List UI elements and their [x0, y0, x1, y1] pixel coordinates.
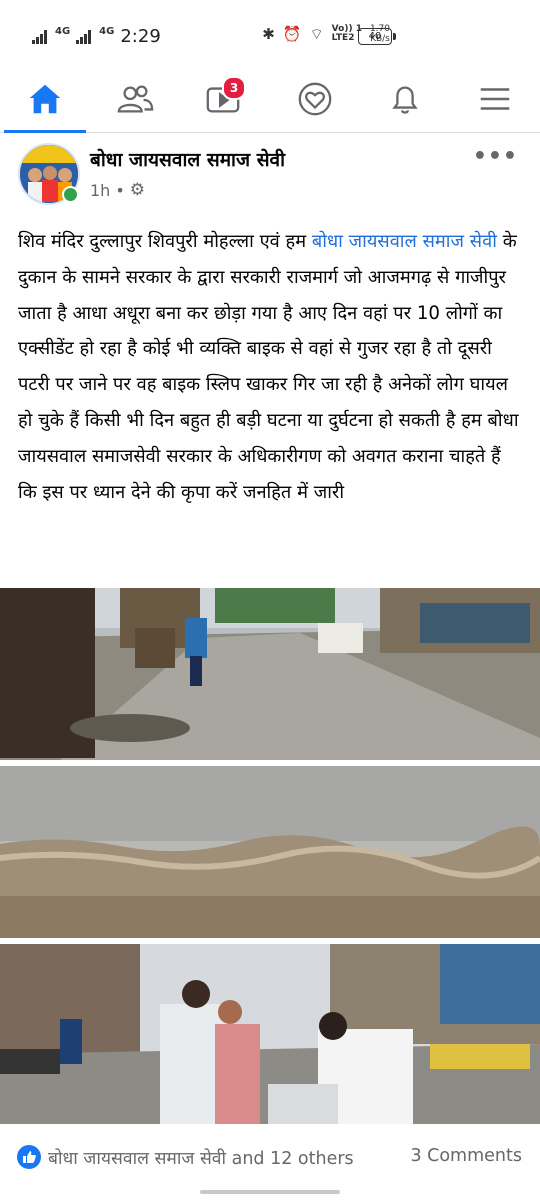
- wifi-icon: ⌔: [309, 24, 324, 43]
- friends-icon: [117, 85, 154, 113]
- online-status-dot: [62, 186, 79, 203]
- post-time[interactable]: 1h: [90, 181, 110, 200]
- tab-menu[interactable]: [470, 76, 520, 122]
- network-type-1: 4G: [55, 26, 71, 37]
- post-text-part-1: शिव मंदिर दुल्लापुर शिवपुरी मोहल्ला एवं …: [18, 231, 312, 252]
- page-name[interactable]: बोधा जायसवाल समाज सेवी: [90, 146, 285, 172]
- more-options-button[interactable]: •••: [473, 144, 518, 169]
- privacy-gear-icon: ⚙: [129, 180, 146, 200]
- active-tab-indicator: [4, 130, 86, 133]
- hamburger-menu-icon: [480, 88, 510, 110]
- tab-notifications[interactable]: [380, 76, 430, 122]
- network-type-2: 4G: [99, 26, 115, 37]
- clock: 2:29: [120, 26, 161, 47]
- likes-count[interactable]: बोधा जायसवाल समाज सेवी and 12 others: [48, 1146, 354, 1170]
- post-photo-1[interactable]: [0, 588, 540, 760]
- post-meta: 1h • ⚙: [90, 180, 145, 200]
- reactions-bar: बोधा जायसवाल समाज सेवी and 12 others 3 C…: [0, 1138, 540, 1176]
- post-photo-2[interactable]: [0, 766, 540, 938]
- top-tab-bar: 3: [0, 66, 540, 133]
- page-mention-link[interactable]: बोधा जायसवाल समाज सेवी: [312, 231, 497, 252]
- post-header: बोधा जायसवाल समाज सेवी 1h • ⚙ •••: [0, 140, 540, 210]
- gesture-bar: [200, 1190, 340, 1194]
- post-text-part-2: के दुकान के सामने सरकार के द्वारा सरकारी…: [18, 231, 519, 503]
- post-photo-3[interactable]: [0, 944, 540, 1124]
- status-bar: 4G 4G 2:29 ✱ ⏰ ⌔ Vo)) 1 LTE2 1.70 KB/s 4…: [0, 0, 540, 66]
- like-reaction-icon: [17, 1145, 41, 1169]
- comments-count[interactable]: 3 Comments: [410, 1146, 522, 1166]
- dating-heart-icon: [298, 82, 332, 116]
- tab-friends[interactable]: [110, 76, 160, 122]
- tab-watch[interactable]: 3: [198, 76, 248, 122]
- meta-separator: •: [115, 180, 125, 200]
- post-text: शिव मंदिर दुल्लापुर शिवपुरी मोहल्ला एवं …: [18, 224, 524, 510]
- signal-icon: [76, 29, 92, 44]
- battery-icon: 40: [358, 28, 396, 45]
- watch-notification-badge: 3: [222, 76, 246, 100]
- tab-home[interactable]: [20, 76, 70, 122]
- alarm-icon: ⏰: [282, 25, 302, 43]
- home-icon: [29, 84, 61, 114]
- bell-icon: [392, 86, 418, 114]
- tab-dating[interactable]: [290, 76, 340, 122]
- signal-icon: [32, 29, 47, 44]
- bluetooth-icon: ✱: [262, 25, 275, 43]
